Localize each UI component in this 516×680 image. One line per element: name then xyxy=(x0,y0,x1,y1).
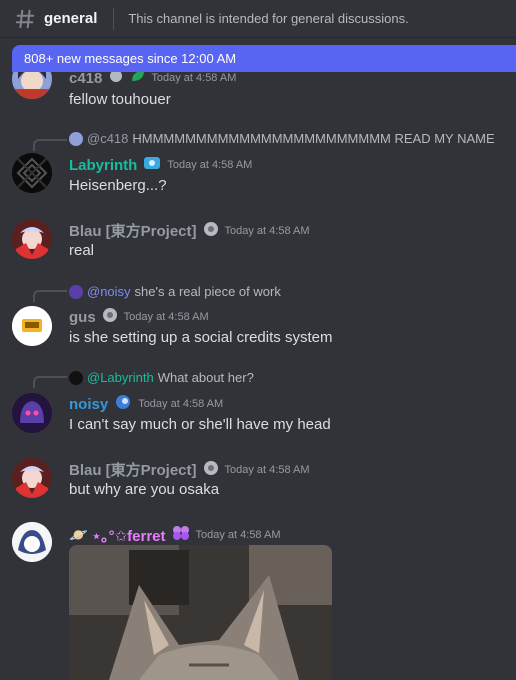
message-author-row: gus Today at 4:58 AM xyxy=(69,307,209,327)
timestamp[interactable]: Today at 4:58 AM xyxy=(167,159,252,171)
message-text: Heisenberg...? xyxy=(69,177,167,194)
reply-avatar xyxy=(69,370,83,385)
avatar[interactable] xyxy=(12,306,52,346)
avatar[interactable] xyxy=(12,153,52,193)
image-attachment[interactable] xyxy=(69,545,332,680)
message-author-row: Blau [東方Project] Today at 4:58 AM xyxy=(69,220,310,241)
new-messages-banner[interactable]: 808+ new messages since 12:00 AM xyxy=(12,45,516,72)
username[interactable]: c418 xyxy=(69,70,102,87)
timestamp[interactable]: Today at 4:58 AM xyxy=(151,72,236,84)
message-author-row: 🪐 ⋆｡°✩ferret Today at 4:58 AM xyxy=(69,524,281,546)
channel-header: general This channel is intended for gen… xyxy=(0,0,516,38)
header-divider xyxy=(113,7,115,30)
reply-text: she's a real piece of work xyxy=(134,284,281,299)
reply-spine xyxy=(33,376,67,388)
reply-spine xyxy=(33,290,67,302)
message-text: is she setting up a social credits syste… xyxy=(69,329,333,346)
reply-avatar xyxy=(69,284,83,299)
username[interactable]: ⋆｡°✩ferret xyxy=(92,525,166,546)
reply-preview[interactable]: @Labyrinth What about her? xyxy=(69,370,254,385)
avatar[interactable] xyxy=(12,458,52,498)
username[interactable]: gus xyxy=(69,309,96,326)
message-author-row: Labyrinth Today at 4:58 AM xyxy=(69,155,252,175)
timestamp[interactable]: Today at 4:58 AM xyxy=(138,398,223,410)
timestamp[interactable]: Today at 4:58 AM xyxy=(124,311,209,323)
role-icon xyxy=(142,155,162,175)
role-icon xyxy=(202,460,220,480)
avatar[interactable] xyxy=(12,522,52,562)
reply-mention[interactable]: @Labyrinth xyxy=(87,370,154,385)
reply-avatar xyxy=(69,131,83,146)
message-text: real xyxy=(69,242,95,259)
reply-spine xyxy=(33,139,67,151)
reply-mention[interactable]: @c418 xyxy=(87,131,128,146)
reply-preview[interactable]: @c418 HMMMMMMMMMMMMMMMMMMMMMMM READ MY N… xyxy=(69,131,495,146)
avatar[interactable] xyxy=(12,219,52,259)
avatar[interactable] xyxy=(12,393,52,433)
timestamp[interactable]: Today at 4:58 AM xyxy=(225,464,310,476)
message-text: fellow touhouer xyxy=(69,91,171,108)
message-author-row: Blau [東方Project] Today at 4:58 AM xyxy=(69,459,310,480)
role-icon xyxy=(171,524,191,546)
timestamp[interactable]: Today at 4:58 AM xyxy=(196,529,281,541)
timestamp[interactable]: Today at 4:58 AM xyxy=(225,225,310,237)
message-text: I can't say much or she'll have my head xyxy=(69,416,331,433)
channel-name[interactable]: general xyxy=(44,10,97,27)
reply-text: What about her? xyxy=(157,370,254,385)
reply-text: HMMMMMMMMMMMMMMMMMMMMMMM READ MY NAME xyxy=(132,131,495,146)
reply-preview[interactable]: @noisy she's a real piece of work xyxy=(69,284,281,299)
role-icon xyxy=(101,307,119,327)
author-prefix: 🪐 xyxy=(69,527,88,544)
username[interactable]: noisy xyxy=(69,396,108,413)
username[interactable]: Blau [東方Project] xyxy=(69,459,197,480)
username[interactable]: Blau [東方Project] xyxy=(69,220,197,241)
role-icon xyxy=(113,394,133,414)
role-icon xyxy=(202,221,220,241)
reply-mention[interactable]: @noisy xyxy=(87,284,131,299)
hashtag-icon xyxy=(15,9,35,28)
message-author-row: noisy Today at 4:58 AM xyxy=(69,394,223,414)
username[interactable]: Labyrinth xyxy=(69,157,137,174)
message-text: but why are you osaka xyxy=(69,481,220,498)
channel-topic[interactable]: This channel is intended for general dis… xyxy=(128,11,408,26)
